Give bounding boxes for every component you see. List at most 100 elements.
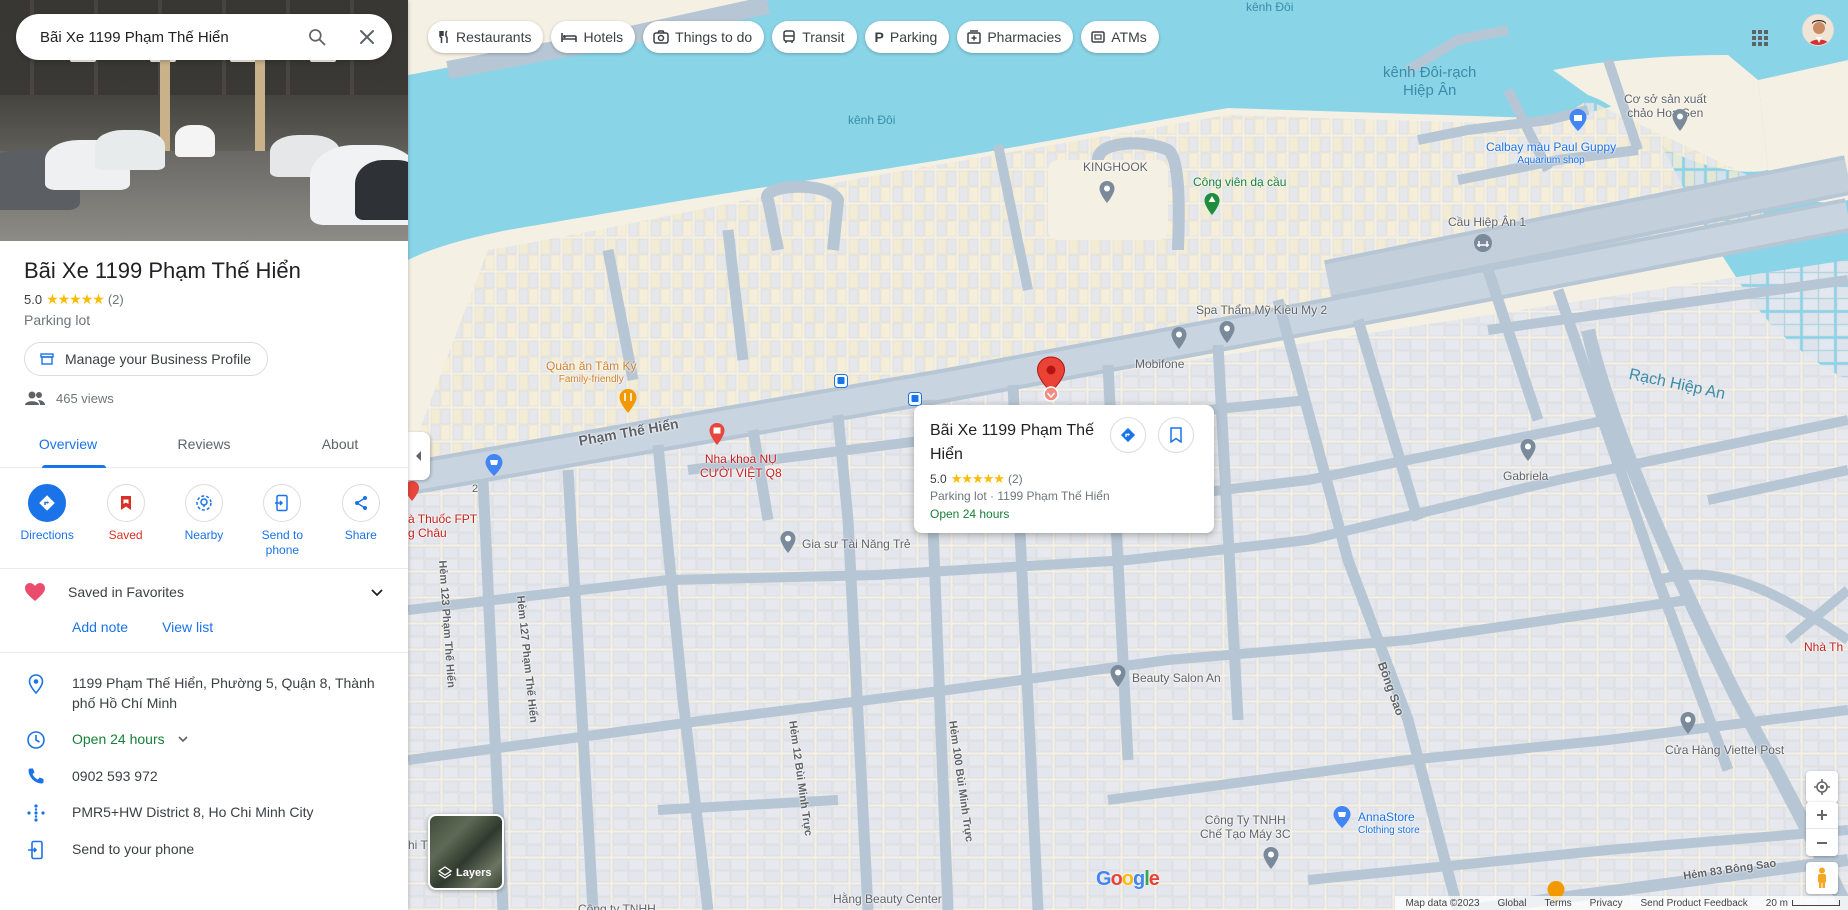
- poi-label-co-so[interactable]: Cơ sở sản xuất chảo Hoa Sen: [1624, 92, 1706, 120]
- account-avatar[interactable]: [1802, 14, 1834, 46]
- view-list-link[interactable]: View list: [162, 619, 213, 652]
- poi-pin-icon[interactable]: [1262, 846, 1280, 870]
- poi-label-nha-th[interactable]: Nhà Th: [1804, 640, 1843, 654]
- poi-label-cong-ty-bottom[interactable]: Công ty TNHH: [578, 902, 656, 910]
- send-phone-row[interactable]: Send to your phone: [0, 831, 408, 868]
- chip-hotels[interactable]: Hotels: [551, 21, 636, 53]
- bus-stop-icon[interactable]: [908, 392, 922, 406]
- poi-label-cong-ty[interactable]: Công Ty TNHH Chế Tạo Máy 3C: [1200, 813, 1291, 841]
- poi-label-calbay[interactable]: Calbay màu Paul Guppy Aquarium shop: [1486, 140, 1616, 168]
- poi-label-nha-khoa[interactable]: Nha khoa NỤ CƯỜI VIỆT Q8: [700, 452, 782, 480]
- rating-row[interactable]: 5.0 ★★★★★ (2): [24, 291, 384, 308]
- review-count[interactable]: (2): [108, 292, 124, 307]
- chip-atms[interactable]: ATMs: [1081, 21, 1159, 53]
- my-location-icon: [1814, 779, 1830, 795]
- phone-row[interactable]: 0902 593 972: [0, 758, 408, 794]
- chip-parking[interactable]: P Parking: [864, 21, 950, 53]
- popup-rating-stars: ★★★★★: [950, 471, 1005, 486]
- poi-label-gia-su[interactable]: Gia sư Tài Năng Trẻ: [802, 537, 911, 551]
- poi-label-cau-hiep-an[interactable]: Cầu Hiệp Ân 1: [1448, 215, 1526, 229]
- restaurant-pin-icon[interactable]: [618, 388, 638, 414]
- zoom-in-button[interactable]: [1806, 802, 1838, 829]
- poi-label-quan-an[interactable]: Quán ăn Tâm Ký Family-friendly: [546, 359, 637, 387]
- popup-place-name[interactable]: Bãi Xe 1199 Phạm Thế Hiển: [930, 419, 1100, 467]
- layers-button[interactable]: Layers: [428, 814, 504, 890]
- atm-icon: [1091, 31, 1105, 43]
- search-button[interactable]: [292, 14, 342, 60]
- popup-directions-button[interactable]: [1110, 417, 1146, 453]
- manage-business-profile-button[interactable]: Manage your Business Profile: [24, 342, 268, 376]
- tab-reviews[interactable]: Reviews: [136, 420, 272, 467]
- poi-pin-icon[interactable]: [1098, 180, 1116, 204]
- place-category[interactable]: Parking lot: [24, 312, 384, 328]
- saved-list-row[interactable]: Saved in Favorites: [0, 569, 408, 605]
- hours-row[interactable]: Open 24 hours: [0, 721, 408, 758]
- shopping-pin-icon[interactable]: [484, 453, 504, 477]
- search-input[interactable]: [40, 28, 292, 46]
- photo-car: [355, 160, 408, 220]
- shop-pin-icon[interactable]: [1568, 108, 1588, 132]
- google-apps-button[interactable]: [1740, 18, 1780, 58]
- add-note-link[interactable]: Add note: [72, 619, 128, 652]
- privacy-link[interactable]: Privacy: [1590, 898, 1623, 909]
- plus-code-row[interactable]: PMR5+HW District 8, Ho Chi Minh City: [0, 794, 408, 831]
- map-canvas[interactable]: D kênh Đôi kênh Đôi kênh Đôi-rạch Hiệp Â…: [408, 0, 1848, 910]
- poi-pin-icon[interactable]: [1109, 664, 1127, 688]
- poi-label-beauty-salon[interactable]: Beauty Salon An: [1132, 671, 1221, 685]
- chevron-down-icon[interactable]: [370, 585, 384, 599]
- feedback-link[interactable]: Send Product Feedback: [1640, 898, 1747, 909]
- tab-about[interactable]: About: [272, 420, 408, 467]
- nearby-button[interactable]: Nearby: [168, 484, 240, 558]
- chip-things-to-do[interactable]: Things to do: [643, 21, 765, 53]
- chip-label: Restaurants: [456, 29, 532, 45]
- bridge-pin-icon[interactable]: [1473, 233, 1493, 255]
- place-header: Bãi Xe 1199 Phạm Thế Hiển 5.0 ★★★★★ (2) …: [0, 241, 408, 328]
- terms-link[interactable]: Terms: [1544, 898, 1571, 909]
- scale-bar[interactable]: 20 m: [1766, 898, 1840, 909]
- my-location-button[interactable]: [1806, 771, 1838, 803]
- share-button[interactable]: Share: [325, 484, 397, 558]
- address-row[interactable]: 1199 Phạm Thế Hiển, Phường 5, Quận 8, Th…: [0, 665, 408, 721]
- rating-stars: ★★★★★: [46, 291, 105, 307]
- chip-transit[interactable]: Transit: [772, 21, 857, 53]
- tree-pin-icon[interactable]: [1203, 192, 1221, 216]
- logo-letter: o: [1121, 868, 1134, 890]
- poi-pin-icon[interactable]: [1679, 711, 1697, 735]
- chip-pharmacies[interactable]: Pharmacies: [957, 21, 1074, 53]
- poi-label-kinghook[interactable]: KINGHOOK: [1083, 160, 1148, 174]
- action-label: Send to phone: [261, 528, 304, 557]
- clear-search-button[interactable]: [342, 14, 392, 60]
- chevron-down-icon[interactable]: [177, 733, 189, 745]
- pharmacy-pin-icon[interactable]: [408, 480, 420, 502]
- send-to-phone-button[interactable]: Send to phone: [246, 484, 318, 558]
- poi-pin-icon[interactable]: [1170, 326, 1188, 350]
- poi-pin-icon[interactable]: [779, 530, 797, 554]
- selected-place-marker-icon[interactable]: [1036, 356, 1066, 402]
- poi-pin-icon[interactable]: [1218, 320, 1236, 344]
- saved-button[interactable]: Saved: [90, 484, 162, 558]
- poi-label-viettel[interactable]: Cửa Hàng Viettel Post: [1665, 743, 1784, 757]
- dentist-pin-icon[interactable]: [708, 422, 726, 446]
- street-view-pegman[interactable]: [1806, 862, 1838, 894]
- poi-label-annastore[interactable]: AnnaStore Clothing store: [1358, 810, 1420, 838]
- global-link[interactable]: Global: [1498, 898, 1527, 909]
- zoom-out-button[interactable]: [1806, 829, 1838, 856]
- tab-overview[interactable]: Overview: [0, 420, 136, 468]
- bus-stop-icon[interactable]: [834, 374, 848, 388]
- place-popup-card[interactable]: Bãi Xe 1199 Phạm Thế Hiển 5.0 ★★★★★ (2) …: [914, 405, 1214, 533]
- poi-label-hang-beauty[interactable]: Hằng Beauty Center: [833, 892, 942, 906]
- chip-restaurants[interactable]: Restaurants: [428, 21, 544, 53]
- directions-button[interactable]: Directions: [11, 484, 83, 558]
- poi-label-mobifone[interactable]: Mobifone: [1135, 357, 1184, 371]
- poi-label-line: à Thuốc FPT: [408, 512, 478, 526]
- clothing-pin-icon[interactable]: [1332, 805, 1352, 829]
- poi-pin-icon[interactable]: [1671, 108, 1689, 132]
- collapse-panel-button[interactable]: [408, 432, 430, 480]
- poi-label-cong-vien[interactable]: Công viên dạ cầu: [1193, 175, 1286, 189]
- poi-pin-icon[interactable]: [1519, 438, 1537, 462]
- poi-label-spa[interactable]: Spa Thẩm Mỹ Kiều My 2: [1196, 303, 1327, 317]
- poi-label-nha-thuoc[interactable]: à Thuốc FPT g Châu: [408, 512, 477, 540]
- popup-save-button[interactable]: [1158, 417, 1194, 453]
- poi-label-gabriela[interactable]: Gabriela: [1503, 469, 1548, 483]
- share-icon: [354, 496, 367, 510]
